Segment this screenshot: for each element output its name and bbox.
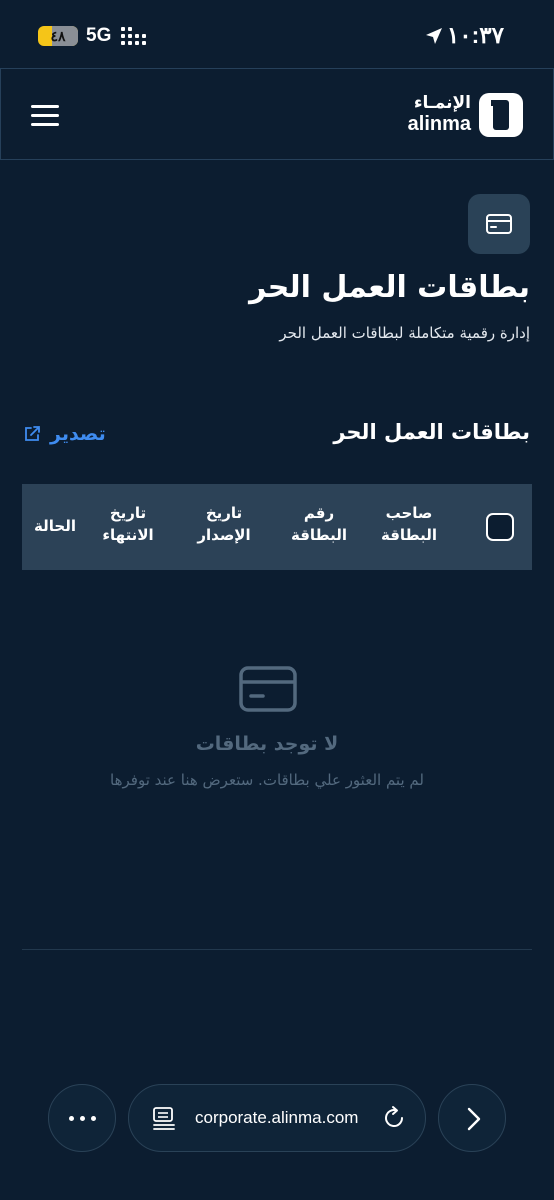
column-header-owner[interactable]: صاحب البطاقة xyxy=(374,502,444,546)
table-header: صاحب البطاقة رقم البطاقة تاريخ الإصدار ت… xyxy=(22,484,532,570)
network-type: 5G xyxy=(86,25,112,46)
column-header-line: تاريخ xyxy=(109,504,147,522)
page-subtitle: إدارة رقمية متكاملة لبطاقات العمل الحر xyxy=(279,324,530,342)
battery-icon: ٤٨ xyxy=(38,26,78,46)
external-link-icon xyxy=(25,426,40,441)
status-time: ١٠:٣٧ xyxy=(446,22,504,48)
column-header-status[interactable]: الحالة xyxy=(22,515,76,537)
export-label: تصدير xyxy=(50,423,106,445)
forward-button[interactable] xyxy=(438,1084,506,1152)
chevron-right-icon xyxy=(467,1107,481,1131)
column-header-line: البطاقة xyxy=(380,526,438,544)
hamburger-menu-icon[interactable] xyxy=(29,101,61,129)
credit-card-icon xyxy=(239,666,297,712)
column-header-line: الإصدار xyxy=(197,526,251,544)
column-header-line: الانتهاء xyxy=(102,526,154,544)
empty-state-title: لا توجد بطاقات xyxy=(195,733,339,755)
more-options-button[interactable] xyxy=(48,1084,116,1152)
reload-icon[interactable] xyxy=(381,1105,407,1131)
logo-english-text: alinma xyxy=(407,113,471,135)
status-bar: ٤٨ 5G ١٠:٣٧ xyxy=(0,0,554,68)
address-bar[interactable]: corporate.alinma.com xyxy=(128,1084,426,1152)
divider xyxy=(22,949,532,950)
page-title: بطاقات العمل الحر xyxy=(249,270,530,305)
column-header-expiry-date[interactable]: تاريخ الانتهاء xyxy=(88,502,168,546)
app-header: الإنمـاء alinma xyxy=(0,68,554,160)
card-badge xyxy=(468,194,530,254)
export-button[interactable]: تصدير xyxy=(22,420,106,448)
battery-level: ٤٨ xyxy=(50,28,66,44)
select-all-checkbox[interactable] xyxy=(486,513,514,541)
column-header-line: البطاقة xyxy=(290,526,348,544)
reader-mode-icon[interactable] xyxy=(151,1105,177,1131)
alinma-logo-mark-icon xyxy=(479,93,523,137)
logo-arabic-text: الإنمـاء xyxy=(413,93,471,113)
column-header-line: رقم xyxy=(303,504,335,522)
url-text[interactable]: corporate.alinma.com xyxy=(195,1108,367,1128)
signal-strength-icon xyxy=(121,27,151,45)
ellipsis-icon xyxy=(69,1116,97,1122)
credit-card-icon xyxy=(486,214,512,234)
alinma-logo: الإنمـاء alinma xyxy=(403,91,523,139)
section-title: بطاقات العمل الحر xyxy=(333,420,530,444)
column-header-line: تاريخ xyxy=(205,504,243,522)
location-arrow-icon xyxy=(426,28,442,44)
column-header-issue-date[interactable]: تاريخ الإصدار xyxy=(184,502,264,546)
empty-state-message: لم يتم العثور علي بطاقات. ستعرض هنا عند … xyxy=(110,771,424,789)
column-header-line: صاحب xyxy=(385,504,433,522)
column-header-card-number[interactable]: رقم البطاقة xyxy=(284,502,354,546)
